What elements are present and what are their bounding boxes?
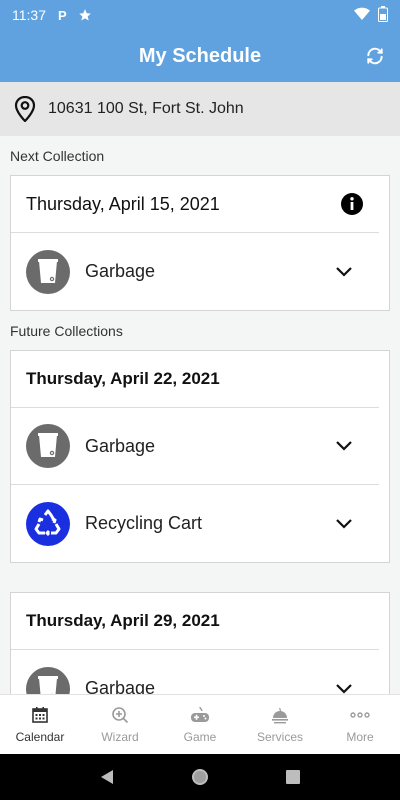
nav-item-calendar[interactable]: Calendar (0, 695, 80, 754)
back-icon[interactable] (97, 767, 117, 787)
location-pin-icon (14, 95, 38, 123)
status-time: 11:37 (12, 7, 46, 23)
chevron-down-icon[interactable] (334, 514, 354, 534)
nav-item-wizard[interactable]: Wizard (80, 695, 160, 754)
future-collection-card: Thursday, April 29, 2021 Garbage (10, 592, 390, 694)
garbage-bin-icon (26, 249, 70, 294)
collection-date-row: Thursday, April 15, 2021 (11, 176, 379, 233)
collection-item-label: Recycling Cart (85, 513, 203, 533)
garbage-bin-icon (26, 424, 70, 468)
bottom-nav: Calendar Wizard Game Services More (0, 694, 400, 754)
app-bar: My Schedule (0, 30, 400, 82)
services-icon (270, 705, 290, 725)
garbage-bin-icon (26, 666, 70, 694)
parking-icon: P (54, 6, 72, 24)
collection-item-recycling[interactable]: Recycling Cart (11, 485, 379, 562)
future-collection-card: Thursday, April 22, 2021 Garbage Recycli… (10, 350, 390, 563)
collection-date: Thursday, April 22, 2021 (26, 369, 220, 388)
refresh-icon[interactable] (362, 43, 388, 69)
collection-item-label: Garbage (85, 678, 156, 694)
collection-date-row: Thursday, April 29, 2021 (11, 593, 379, 650)
collection-item-garbage[interactable]: Garbage (11, 233, 379, 310)
info-icon[interactable] (340, 192, 364, 216)
system-nav-bar (0, 754, 400, 800)
recents-icon[interactable] (283, 767, 303, 787)
nav-item-services[interactable]: Services (240, 695, 320, 754)
address-bar[interactable]: 10631 100 St, Fort St. John (0, 82, 400, 136)
collection-item-label: Garbage (85, 435, 156, 456)
nav-label: Game (183, 730, 217, 744)
status-bar: 11:37 P (0, 0, 400, 30)
game-icon (190, 705, 210, 725)
page-title: My Schedule (138, 44, 262, 67)
home-icon[interactable] (190, 767, 210, 787)
svg-text:P: P (58, 8, 67, 22)
nav-label: Services (256, 730, 303, 744)
chevron-down-icon[interactable] (334, 679, 354, 695)
calendar-icon (30, 705, 50, 725)
schedule-list[interactable]: Next Collection Thursday, April 15, 2021… (0, 136, 400, 694)
next-collection-card: Thursday, April 15, 2021 Garbage (10, 175, 390, 311)
address-text: 10631 100 St, Fort St. John (48, 100, 244, 117)
nav-item-game[interactable]: Game (160, 695, 240, 754)
nav-label: Wizard (101, 730, 139, 744)
collection-item-garbage[interactable]: Garbage (11, 650, 379, 694)
wifi-icon (354, 7, 370, 24)
future-collections-label: Future Collections (10, 323, 123, 339)
recycling-icon (26, 501, 70, 546)
collection-date: Thursday, April 15, 2021 (26, 193, 220, 214)
nav-label: More (346, 730, 374, 744)
collection-date-row: Thursday, April 22, 2021 (11, 351, 379, 408)
battery-icon (378, 5, 388, 25)
wizard-icon (110, 705, 130, 725)
collection-item-label: Garbage (85, 261, 156, 281)
collection-date: Thursday, April 29, 2021 (26, 611, 220, 630)
nav-label: Calendar (15, 730, 65, 744)
collection-item-garbage[interactable]: Garbage (11, 408, 379, 485)
more-icon (350, 705, 370, 725)
nav-item-more[interactable]: More (320, 695, 400, 754)
chevron-down-icon[interactable] (334, 262, 354, 282)
next-collection-label: Next Collection (10, 148, 105, 164)
chevron-down-icon[interactable] (334, 436, 354, 456)
star-icon (76, 6, 94, 24)
